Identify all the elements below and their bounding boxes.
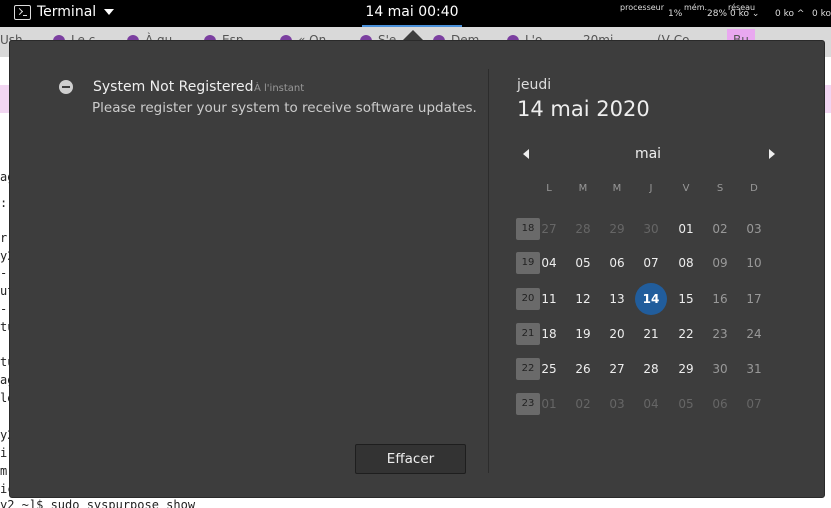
calendar-day-header: M xyxy=(612,183,622,194)
calendar-month-label: mai xyxy=(634,146,662,162)
calendar-day[interactable]: 19 xyxy=(567,320,599,348)
calendar-day[interactable]: 10 xyxy=(738,249,770,277)
clock-button[interactable]: 14 mai 00:40 xyxy=(362,0,462,27)
calendar-day[interactable]: 26 xyxy=(567,355,599,383)
calendar-day[interactable]: 18 xyxy=(533,320,565,348)
previous-month-icon[interactable] xyxy=(523,149,529,159)
calendar-day[interactable]: 01 xyxy=(533,390,565,418)
calendar-day[interactable]: 21 xyxy=(635,320,667,348)
calendar-day-header: M xyxy=(578,183,588,194)
calendar-day[interactable]: 17 xyxy=(738,285,770,313)
notification-title: System Not Registered xyxy=(93,79,254,95)
terminal-line: r xyxy=(0,231,8,245)
terminal-line: m xyxy=(0,464,8,478)
calendar-day[interactable]: 12 xyxy=(567,285,599,313)
calendar-day[interactable]: 04 xyxy=(635,390,667,418)
calendar-day[interactable]: 20 xyxy=(601,320,633,348)
calendar-day[interactable]: 03 xyxy=(601,390,633,418)
calendar-day[interactable]: 31 xyxy=(738,355,770,383)
calendar-day[interactable]: 04 xyxy=(533,249,565,277)
calendar-day[interactable]: 05 xyxy=(670,390,702,418)
calendar-day-header: V xyxy=(682,183,690,194)
calendar-day[interactable]: 30 xyxy=(635,215,667,243)
terminal-line: y2 ~]$ sudo syspurpose show xyxy=(0,498,196,508)
app-menu[interactable]: Terminal xyxy=(14,4,115,20)
network-extra: 0 ko xyxy=(812,9,831,19)
calendar-day[interactable]: 09 xyxy=(704,249,736,277)
terminal-line: - xyxy=(0,302,8,316)
calendar-day[interactable]: 08 xyxy=(670,249,702,277)
calendar-day[interactable]: 29 xyxy=(670,355,702,383)
top-bar: Terminal 14 mai 00:40 processeur 1% mém.… xyxy=(0,0,831,27)
calendar-day[interactable]: 29 xyxy=(601,215,633,243)
terminal-line: : xyxy=(0,196,8,210)
memory-label: mém. xyxy=(684,3,708,12)
calendar-day[interactable]: 15 xyxy=(670,285,702,313)
system-monitor[interactable]: processeur 1% mém. 28% réseau 0 ko ⌄ 0 k… xyxy=(600,0,831,27)
memory-value: 28% xyxy=(707,9,728,19)
calendar-day-header: S xyxy=(716,183,724,194)
cpu-label: processeur xyxy=(620,3,665,12)
calendar-weekday[interactable]: jeudi xyxy=(517,77,551,93)
calendar-day[interactable]: 06 xyxy=(704,390,736,418)
clear-button[interactable]: Effacer xyxy=(355,444,466,474)
terminal-icon xyxy=(14,4,31,20)
next-month-icon[interactable] xyxy=(769,149,775,159)
divider xyxy=(488,69,489,473)
calendar-day[interactable]: 06 xyxy=(601,249,633,277)
calendar-day[interactable]: 07 xyxy=(738,390,770,418)
notification-body: Please register your system to receive s… xyxy=(92,100,477,116)
calendar-day-header: D xyxy=(750,183,758,194)
cpu-value: 1% xyxy=(668,9,683,19)
notification-time: À l'instant xyxy=(254,83,305,94)
minus-circle-icon xyxy=(59,80,73,94)
calendar-day[interactable]: 02 xyxy=(567,390,599,418)
calendar-full-date[interactable]: 14 mai 2020 xyxy=(517,97,650,121)
calendar-day[interactable]: 02 xyxy=(704,215,736,243)
calendar-day-today[interactable]: 14 xyxy=(635,283,667,315)
calendar-day[interactable]: 27 xyxy=(533,215,565,243)
calendar-day[interactable]: 28 xyxy=(635,355,667,383)
calendar-day[interactable]: 13 xyxy=(601,285,633,313)
terminal-line: - xyxy=(0,266,8,280)
calendar-day[interactable]: 03 xyxy=(738,215,770,243)
calendar-day[interactable]: 30 xyxy=(704,355,736,383)
calendar-day[interactable]: 24 xyxy=(738,320,770,348)
calendar-day[interactable]: 28 xyxy=(567,215,599,243)
calendar-day[interactable]: 05 xyxy=(567,249,599,277)
calendar-day[interactable]: 23 xyxy=(704,320,736,348)
network-down: 0 ko ⌄ xyxy=(730,9,760,19)
calendar-day[interactable]: 11 xyxy=(533,285,565,313)
chevron-down-icon xyxy=(104,9,115,15)
terminal-line: i xyxy=(0,446,8,460)
network-up: 0 ko ^ xyxy=(775,9,805,19)
calendar-day[interactable]: 27 xyxy=(601,355,633,383)
app-menu-label: Terminal xyxy=(37,4,97,20)
calendar-day[interactable]: 16 xyxy=(704,285,736,313)
calendar-day[interactable]: 22 xyxy=(670,320,702,348)
calendar-day[interactable]: 07 xyxy=(635,249,667,277)
calendar-day[interactable]: 01 xyxy=(670,215,702,243)
calendar-day-header: L xyxy=(546,183,552,194)
calendar-day[interactable]: 25 xyxy=(533,355,565,383)
calendar-day-header: J xyxy=(649,183,653,194)
date-menu-popover: System Not Registered À l'instant Please… xyxy=(9,40,825,498)
